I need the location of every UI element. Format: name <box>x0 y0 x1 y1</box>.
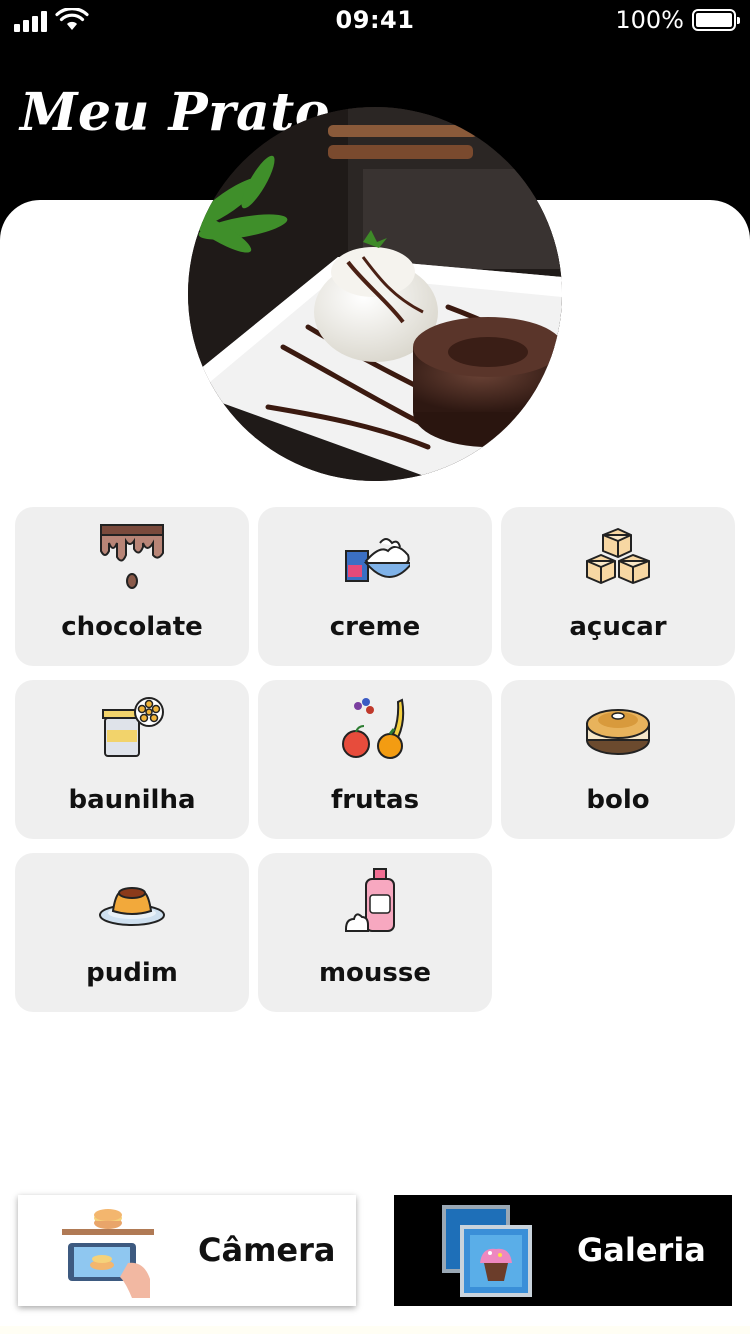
gallery-button-label: Galeria <box>577 1231 706 1269</box>
status-bar: 09:41 100% <box>0 0 750 40</box>
camera-button-label: Câmera <box>198 1231 336 1269</box>
category-grid: chocolate creme açucar baunilha frutas b… <box>15 507 735 1012</box>
sugar-cubes-icon <box>586 528 650 584</box>
category-label: bolo <box>586 785 650 815</box>
category-label: chocolate <box>61 612 203 642</box>
battery-status: 100% <box>615 6 740 34</box>
pudding-icon <box>99 887 165 926</box>
battery-icon <box>692 9 740 31</box>
hero-dessert-image <box>188 107 562 481</box>
home-indicator-area <box>0 1326 750 1334</box>
category-label: pudim <box>86 958 178 988</box>
fruits-icon <box>342 698 405 759</box>
category-label: creme <box>329 612 421 642</box>
category-card-mousse[interactable]: mousse <box>258 853 492 1012</box>
camera-button[interactable]: Câmera <box>18 1195 356 1306</box>
gallery-photos-icon <box>442 1205 532 1297</box>
category-card-acucar[interactable]: açucar <box>501 507 735 666</box>
category-label: frutas <box>330 785 420 815</box>
gallery-button[interactable]: Galeria <box>394 1195 732 1306</box>
category-card-frutas[interactable]: frutas <box>258 680 492 839</box>
category-card-creme[interactable]: creme <box>258 507 492 666</box>
category-label: baunilha <box>68 785 196 815</box>
vanilla-jar-icon <box>102 697 164 757</box>
category-label: mousse <box>318 958 432 988</box>
category-card-chocolate[interactable]: chocolate <box>15 507 249 666</box>
chocolate-drip-icon <box>100 524 164 589</box>
mousse-spray-icon <box>345 868 395 932</box>
cake-icon <box>586 709 650 755</box>
category-card-pudim[interactable]: pudim <box>15 853 249 1012</box>
camera-phone-icon <box>62 1209 154 1298</box>
cream-bowl-icon <box>345 538 410 582</box>
category-card-bolo[interactable]: bolo <box>501 680 735 839</box>
battery-percent: 100% <box>615 6 684 34</box>
category-card-baunilha[interactable]: baunilha <box>15 680 249 839</box>
category-label: açucar <box>569 612 667 642</box>
